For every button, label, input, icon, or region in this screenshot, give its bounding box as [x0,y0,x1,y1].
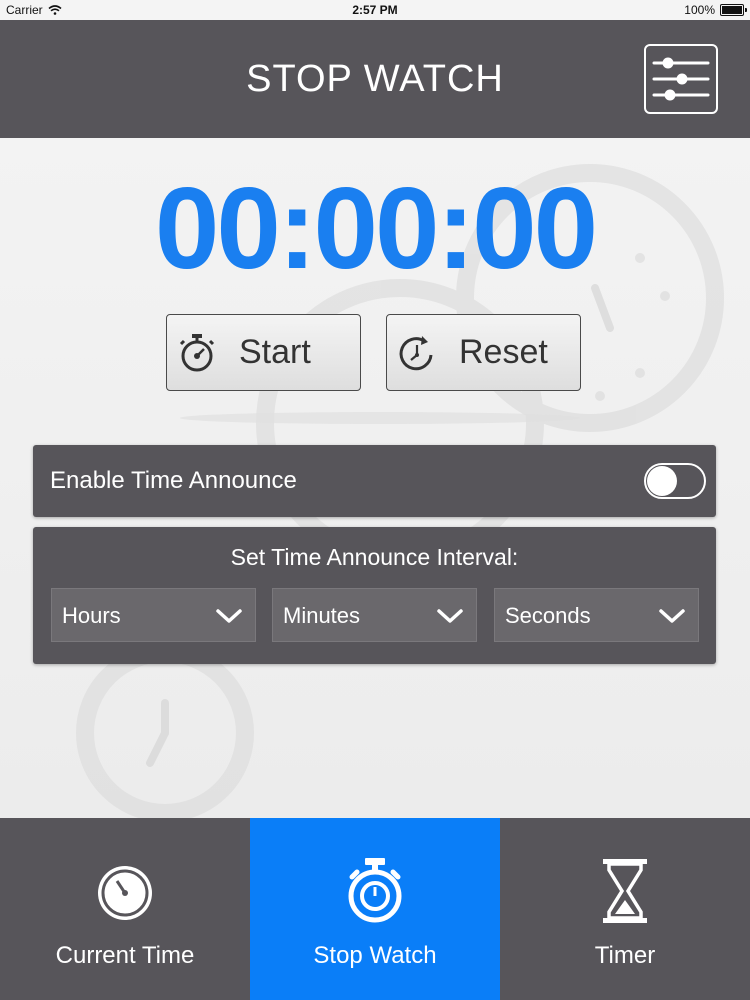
interval-panel: Set Time Announce Interval: Hours Minute… [33,527,716,664]
battery-percent: 100% [684,3,715,17]
page-title: STOP WATCH [246,58,504,100]
hours-value: Hours [62,603,121,628]
time-announce-label: Enable Time Announce [50,467,297,494]
hours-dropdown[interactable]: Hours [51,588,256,642]
interval-title: Set Time Announce Interval: [230,544,519,570]
chevron-down-icon [216,609,242,623]
battery-group: 100% [684,3,747,17]
tab-current-time[interactable]: Current Time [0,818,250,1000]
tab-label: Current Time [55,942,195,969]
time-announce-row: Enable Time Announce [33,445,716,517]
start-label: Start [239,333,311,371]
minutes-dropdown[interactable]: Minutes [272,588,477,642]
seconds-value: Seconds [505,603,591,628]
app-header: STOP WATCH [0,20,750,138]
stopwatch-display: 00:00:00 [154,163,598,293]
reset-label: Reset [459,333,548,371]
stopwatch-icon [348,858,402,923]
reset-button[interactable]: Reset [386,314,581,391]
tab-bar: Current Time Stop Watch Timer [0,818,750,1000]
tab-label: Stop Watch [313,942,437,969]
tab-timer[interactable]: Timer [500,818,750,1000]
chevron-down-icon [659,609,685,623]
hourglass-icon [603,859,647,923]
clock-icon [98,866,152,920]
reset-clock-icon [399,335,433,370]
sliders-icon [652,57,710,101]
toggle-knob [647,466,677,496]
chevron-down-icon [437,609,463,623]
main-content: 00:00:00 Start Reset Enable Time Announc… [0,138,750,818]
tab-label: Timer [594,942,656,969]
settings-button[interactable] [644,44,718,114]
battery-icon [720,4,747,16]
status-bar: Carrier 2:57 PM 100% [0,0,750,20]
status-time: 2:57 PM [352,3,398,17]
tab-stop-watch[interactable]: Stop Watch [250,818,500,1000]
start-button[interactable]: Start [166,314,361,391]
time-announce-toggle[interactable] [644,463,706,499]
seconds-dropdown[interactable]: Seconds [494,588,699,642]
stopwatch-icon [179,333,215,371]
minutes-value: Minutes [283,603,361,628]
